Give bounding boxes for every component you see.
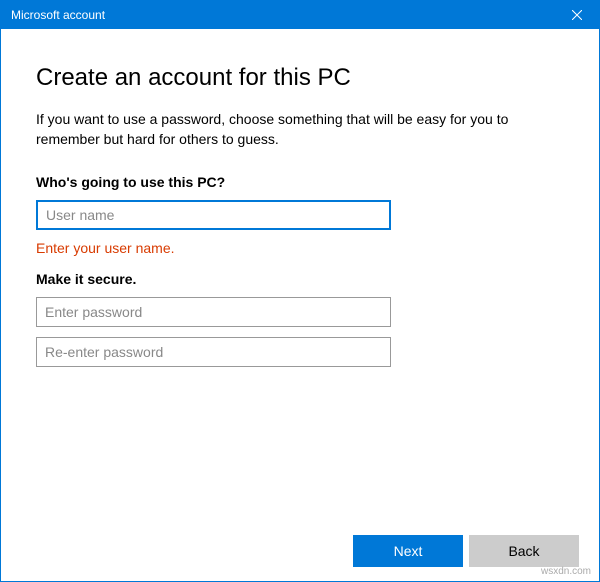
page-description: If you want to use a password, choose so… xyxy=(36,110,564,149)
password-field-wrap xyxy=(36,297,391,327)
username-input[interactable] xyxy=(36,200,391,230)
watermark: wsxdn.com xyxy=(541,566,591,577)
username-section-label: Who's going to use this PC? xyxy=(36,174,564,190)
username-field-wrap xyxy=(36,200,391,230)
close-icon xyxy=(572,7,582,23)
reenter-password-field-wrap xyxy=(36,337,391,367)
close-button[interactable] xyxy=(554,1,599,29)
back-button[interactable]: Back xyxy=(469,535,579,567)
account-dialog: Microsoft account Create an account for … xyxy=(0,0,600,582)
password-section-label: Make it secure. xyxy=(36,271,564,287)
titlebar: Microsoft account xyxy=(1,1,599,29)
next-button[interactable]: Next xyxy=(353,535,463,567)
reenter-password-input[interactable] xyxy=(36,337,391,367)
footer: Next Back xyxy=(1,521,599,581)
username-error: Enter your user name. xyxy=(36,240,564,256)
password-input[interactable] xyxy=(36,297,391,327)
content-area: Create an account for this PC If you wan… xyxy=(1,29,599,521)
window-title: Microsoft account xyxy=(11,8,105,22)
page-title: Create an account for this PC xyxy=(36,64,564,92)
